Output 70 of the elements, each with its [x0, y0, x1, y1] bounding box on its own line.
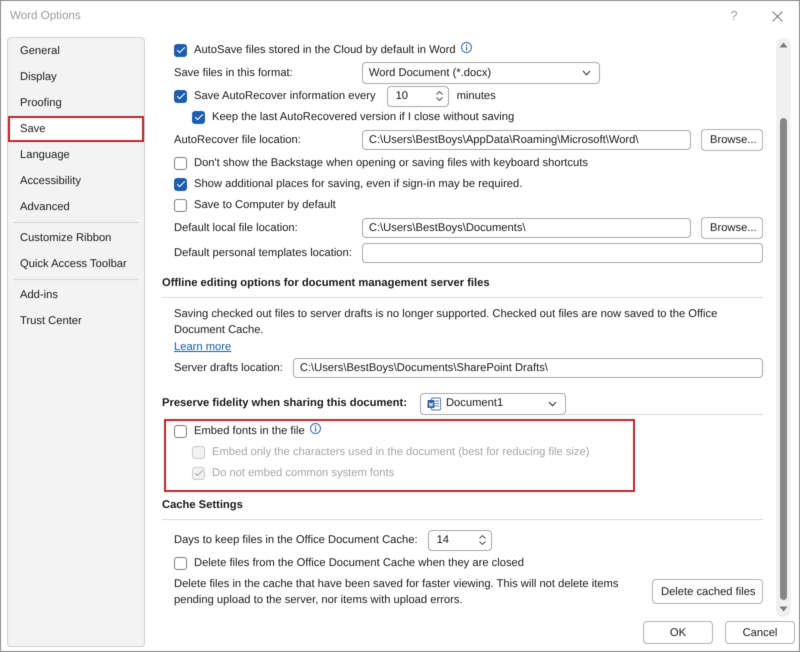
sidebar-item[interactable]: Trust Center [8, 308, 144, 334]
sidebar-item[interactable]: Language [8, 142, 144, 168]
option-label: Show additional places for saving, even if sign-in may be required. [194, 176, 522, 192]
checkbox[interactable] [174, 90, 187, 102]
sidebar-item[interactable]: Save [8, 116, 144, 142]
option-label: Keep the last AutoRecovered version if I close without saving [212, 110, 514, 124]
chevron-down-icon[interactable] [582, 70, 591, 76]
text-field[interactable]: C:\Users\BestBoys\Documents\ [362, 218, 691, 238]
text-field[interactable]: C:\Users\BestBoys\Documents\SharePoint Drafts\ [292, 358, 763, 378]
text-field[interactable] [362, 243, 763, 263]
cancel-button[interactable]: Cancel [725, 621, 795, 644]
option-label: Embed only the characters used in the document (best for reducing file size) [212, 444, 590, 460]
checkbox[interactable] [192, 110, 205, 124]
sidebar-item[interactable]: Display [8, 64, 144, 90]
sidebar-item[interactable]: General [8, 38, 144, 64]
delete-cache-button[interactable]: Delete cached files [652, 579, 763, 604]
field-label: Server drafts location: [174, 360, 283, 376]
text-field[interactable]: C:\Users\BestBoys\AppData\Roaming\Microsoft\Word\ [362, 130, 691, 150]
chevron-down-icon[interactable] [548, 400, 557, 406]
description-text: Saving checked out files to server drafts is no longer supported. Checked out files are now saved to the Office Document Cache. [174, 306, 718, 338]
sidebar-item[interactable]: Quick Access Toolbar [8, 251, 144, 277]
chevron-up-icon[interactable] [436, 91, 443, 95]
checkbox[interactable] [174, 198, 187, 212]
field-label: Default local file location: [174, 220, 299, 236]
field-label: Days to keep files in the Office Document Cache: [174, 532, 418, 548]
section-heading: Preserve fidelity when sharing this document: [162, 396, 407, 411]
info-icon[interactable] [460, 42, 472, 53]
sidebar-item[interactable]: Add-ins [8, 282, 144, 308]
window-title: Word Options [10, 8, 81, 24]
down-arrow-icon[interactable] [779, 606, 788, 612]
sidebar-item[interactable]: Proofing [8, 90, 144, 116]
browse-button[interactable]: Browse... [701, 129, 763, 151]
spin-box[interactable]: 14 [428, 530, 492, 550]
document-icon [426, 396, 441, 410]
up-arrow-icon[interactable] [779, 42, 788, 48]
chevron-up-icon[interactable] [478, 535, 486, 539]
description-text: Delete files in the cache that have been saved for faster viewing. This will not delete items pending upload to the server, nor items with upload errors. [174, 576, 620, 608]
chevron-down-icon[interactable] [478, 541, 486, 545]
ok-button[interactable]: OK [643, 621, 713, 644]
scrollbar-track[interactable] [776, 38, 791, 617]
option-label: AutoSave files stored in the Cloud by default in Word [194, 42, 456, 58]
checkbox[interactable] [174, 424, 187, 438]
option-label: Do not embed common system fonts [212, 466, 394, 480]
section-heading: Offline editing options for document management server files [162, 274, 763, 298]
option-label: Save to Computer by default [194, 198, 336, 212]
sidebar-item[interactable]: Accessibility [8, 168, 144, 194]
spin-box[interactable]: 10 [386, 86, 449, 106]
field-label: AutoRecover file location: [174, 132, 302, 148]
section-heading: Cache Settings [162, 496, 763, 520]
document-dropdown[interactable]: Document1 [420, 392, 566, 414]
field-label: Save files in this format: [174, 66, 294, 81]
close-icon[interactable] [772, 10, 783, 22]
checkbox[interactable] [174, 156, 187, 170]
sidebar-item[interactable]: Advanced [8, 194, 144, 220]
option-label: Embed fonts in the file [194, 424, 305, 438]
text-link[interactable]: Learn more [174, 338, 232, 356]
checkbox[interactable] [174, 44, 187, 56]
chevron-down-icon[interactable] [436, 97, 443, 101]
field-label: Default personal templates location: [174, 246, 352, 261]
option-label: Save AutoRecover information every [194, 88, 376, 104]
checkbox[interactable] [174, 556, 187, 570]
sidebar-item[interactable]: Customize Ribbon [8, 225, 144, 251]
dropdown[interactable]: Word Document (*.docx) [362, 62, 600, 84]
browse-button[interactable]: Browse... [701, 217, 763, 239]
option-label: Don't show the Backstage when opening or saving files with keyboard shortcuts [194, 156, 588, 170]
info-icon[interactable] [310, 423, 321, 434]
unit-label: minutes [456, 88, 496, 104]
scrollbar-thumb[interactable] [780, 118, 787, 600]
checkbox[interactable] [174, 178, 187, 190]
option-label: Delete files from the Office Document Cache when they are closed [194, 556, 524, 570]
